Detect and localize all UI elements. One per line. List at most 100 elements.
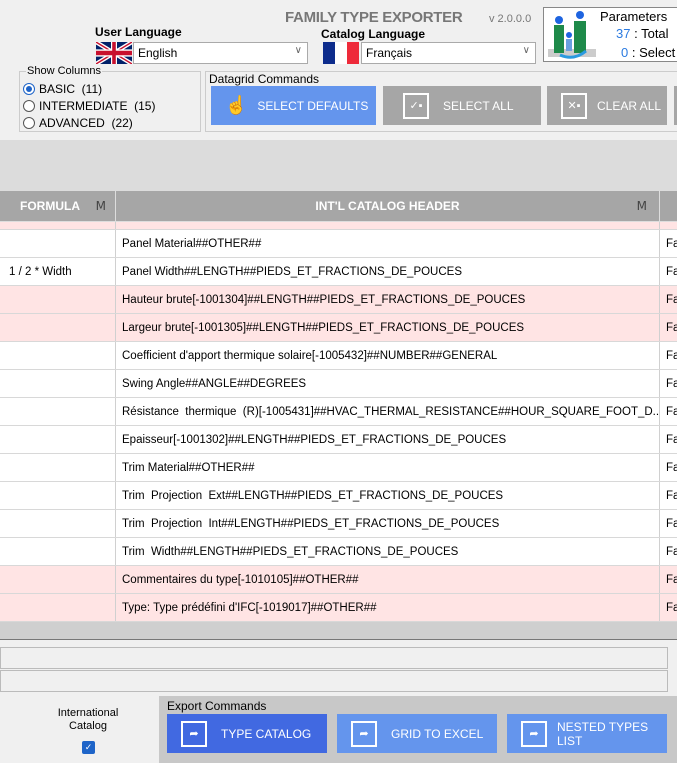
cell-formula[interactable] [0,230,116,257]
cell-formula[interactable] [0,342,116,369]
radio-advanced[interactable]: ADVANCED (22) [23,114,155,131]
column-header-intl[interactable]: INT'L CATALOG HEADER 𝖬 [116,191,660,221]
cell-next[interactable]: Fa [660,454,677,481]
cell-next[interactable]: Fa [660,370,677,397]
cell-intl-header[interactable]: Trim Projection Int##LENGTH##PIEDS_ET_FR… [116,510,660,537]
table-row[interactable] [0,222,677,230]
radio-button[interactable] [23,82,35,95]
cell-intl-header[interactable]: Trim Material##OTHER## [116,454,660,481]
parameters-panel: Parameters 37 : Total 0 : Select [543,7,677,62]
select-defaults-button[interactable]: ☝ SELECT DEFAULTS [211,86,376,125]
column-header-next[interactable] [660,191,677,221]
grid-to-excel-button[interactable]: ➦ GRID TO EXCEL [337,714,497,753]
cell-intl-header[interactable]: Trim Projection Ext##LENGTH##PIEDS_ET_FR… [116,482,660,509]
cell-next[interactable]: Fa [660,398,677,425]
cell-intl-header[interactable]: Trim Width##LENGTH##PIEDS_ET_FRACTIONS_D… [116,538,660,565]
table-row[interactable]: Largeur brute[-1001305]##LENGTH##PIEDS_E… [0,314,677,342]
cell-intl-header[interactable]: Type: Type prédéfini d'IFC[-1019017]##OT… [116,594,660,621]
cell-next[interactable]: Fa [660,566,677,593]
cell-intl-header[interactable]: Largeur brute[-1001305]##LENGTH##PIEDS_E… [116,314,660,341]
cell-formula[interactable] [0,594,116,621]
table-row[interactable]: 1 / 2 * Width Panel Width##LENGTH##PIEDS_… [0,258,677,286]
cell-intl-header[interactable]: Commentaires du type[-1010105]##OTHER## [116,566,660,593]
cell-next[interactable]: Fa [660,342,677,369]
parameters-grid: FORMULA 𝖬 INT'L CATALOG HEADER 𝖬 Panel Mat… [0,191,677,622]
table-row[interactable]: Hauteur brute[-1001304]##LENGTH##PIEDS_E… [0,286,677,314]
table-row[interactable]: Résistance thermique (R)[-1005431]##HVAC… [0,398,677,426]
table-row[interactable]: Panel Material##OTHER## Fa [0,230,677,258]
export-commands-label: Export Commands [167,699,267,713]
datagrid-commands-label: Datagrid Commands [209,72,320,86]
cell-formula[interactable] [0,482,116,509]
column-header-formula[interactable]: FORMULA 𝖬 [0,191,116,221]
table-row[interactable]: Epaisseur[-1001302]##LENGTH##PIEDS_ET_FR… [0,426,677,454]
horizontal-scrollbar[interactable] [0,622,677,640]
radio-intermediate[interactable]: INTERMEDIATE (15) [23,97,155,114]
cell-formula[interactable] [0,398,116,425]
cell-intl-header[interactable]: Coefficient d'apport thermique solaire[-… [116,342,660,369]
table-row[interactable]: Trim Width##LENGTH##PIEDS_ET_FRACTIONS_D… [0,538,677,566]
cell-formula[interactable] [0,510,116,537]
cell-next[interactable]: Fa [660,230,677,257]
table-row[interactable]: Trim Material##OTHER## Fa [0,454,677,482]
cell-next[interactable]: Fa [660,510,677,537]
france-flag-icon [323,42,359,64]
cell-next[interactable]: Fa [660,538,677,565]
cell-formula[interactable] [0,538,116,565]
clear-all-button[interactable]: ✕▪ CLEAR ALL [547,86,667,125]
radio-button[interactable] [23,99,35,112]
cell-next[interactable]: Fa [660,314,677,341]
button-label: TYPE CATALOG [221,726,312,741]
cell-formula[interactable] [0,566,116,593]
table-row[interactable]: Trim Projection Ext##LENGTH##PIEDS_ET_FR… [0,482,677,510]
nested-types-list-button[interactable]: ➦ NESTED TYPES LIST [507,714,667,753]
cell-intl-header[interactable]: Hauteur brute[-1001304]##LENGTH##PIEDS_E… [116,286,660,313]
status-bar-2 [0,670,668,692]
cell-next[interactable]: Fa [660,594,677,621]
table-row[interactable]: Swing Angle##ANGLE##DEGREES Fa [0,370,677,398]
cell-formula[interactable] [0,454,116,481]
filter-icon[interactable]: 𝖬 [637,199,647,213]
parameters-title: Parameters [600,9,668,24]
cell-next[interactable]: Fa [660,482,677,509]
people-icon [548,11,596,59]
cell-intl-header[interactable]: Panel Width##LENGTH##PIEDS_ET_FRACTIONS_… [116,258,660,285]
table-row[interactable]: Type: Type prédéfini d'IFC[-1019017]##OT… [0,594,677,622]
status-bar-1 [0,647,668,669]
cell-formula[interactable] [0,370,116,397]
filter-icon[interactable]: 𝖬 [96,199,106,213]
select-all-button[interactable]: ✓▪ SELECT ALL [383,86,541,125]
cell-formula[interactable] [0,286,116,313]
user-language-select[interactable]: English ∨ [133,42,308,64]
radio-button[interactable] [23,116,35,129]
international-catalog-checkbox[interactable]: ✓ [82,741,95,754]
cell-formula[interactable]: 1 / 2 * Width [0,258,116,285]
selected-count: 0 [621,45,629,60]
cell-next[interactable]: Fa [660,286,677,313]
cell-intl-header[interactable]: Panel Material##OTHER## [116,230,660,257]
cell-next[interactable]: Fa [660,426,677,453]
table-row[interactable]: Commentaires du type[-1010105]##OTHER## F… [0,566,677,594]
type-catalog-button[interactable]: ➦ TYPE CATALOG [167,714,327,753]
table-row[interactable]: Coefficient d'apport thermique solaire[-… [0,342,677,370]
grid-toolbar-area [0,140,677,191]
selected-label: : Select [631,45,676,60]
cell-intl-header[interactable]: Swing Angle##ANGLE##DEGREES [116,370,660,397]
clear-list-icon: ✕▪ [561,92,587,119]
cell-intl-header[interactable]: Epaisseur[-1001302]##LENGTH##PIEDS_ET_FR… [116,426,660,453]
cell-intl-header[interactable]: Résistance thermique (R)[-1005431]##HVAC… [116,398,660,425]
catalog-language-value: Français [366,46,413,60]
cell-formula[interactable] [0,314,116,341]
table-row[interactable]: Trim Projection Int##LENGTH##PIEDS_ET_FR… [0,510,677,538]
radio-basic[interactable]: BASIC (11) [23,80,155,97]
total-label: : Total [634,26,669,41]
button-label: SELECT ALL [443,98,514,113]
cell-formula[interactable] [0,426,116,453]
user-language-label: User Language [95,25,182,39]
hand-pointer-icon: ☝ [225,95,248,115]
catalog-language-select[interactable]: Français ∨ [361,42,536,64]
show-columns-label: Show Columns [26,65,102,77]
radio-label: ADVANCED (22) [39,115,133,130]
app-title: FAMILY TYPE EXPORTER [285,9,463,26]
cell-next[interactable]: Fa [660,258,677,285]
